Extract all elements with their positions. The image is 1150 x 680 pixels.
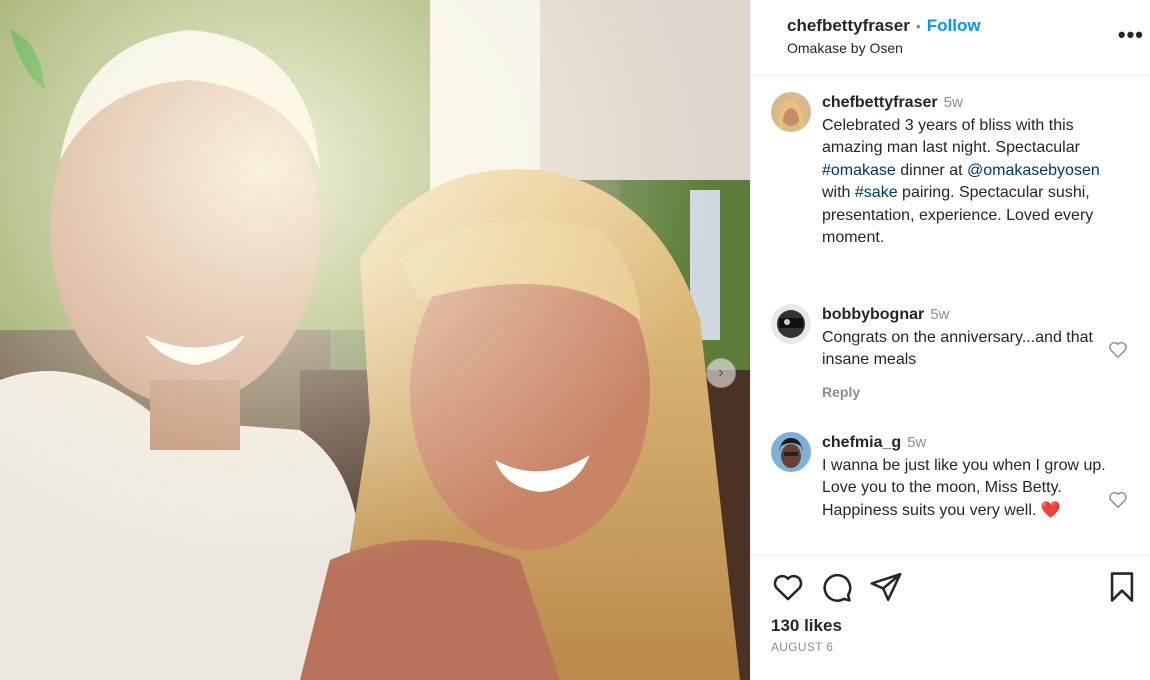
caption-body: Celebrated 3 years of bliss with this am… <box>822 116 1100 247</box>
carousel-next-button[interactable]: › <box>706 358 736 388</box>
post-location[interactable]: Omakase by Osen <box>787 40 1130 56</box>
paper-plane-icon[interactable] <box>869 570 903 604</box>
comment-text: chefmia_g 5w I wanna be just like you whe… <box>822 432 1122 522</box>
separator-dot: • <box>915 18 921 34</box>
chevron-right-icon: › <box>718 364 724 381</box>
caption-timestamp: 5w <box>943 94 963 111</box>
heart-icon[interactable] <box>771 570 805 604</box>
hashtag-link[interactable]: #sake <box>855 184 898 201</box>
caption-username[interactable]: chefbettyfraser <box>822 94 938 111</box>
post-header: chefbettyfraser • Follow Omakase by Osen… <box>751 0 1150 76</box>
post-sidebar: chefbettyfraser • Follow Omakase by Osen… <box>750 0 1150 680</box>
post-photo[interactable]: › <box>0 0 750 680</box>
comment-username[interactable]: chefmia_g <box>822 434 901 451</box>
selfie-image <box>0 0 750 680</box>
comment-like-heart-icon[interactable] <box>1107 488 1129 510</box>
more-options-icon[interactable]: ••• <box>1118 22 1144 48</box>
comment-bubble-icon[interactable] <box>819 570 853 604</box>
post-author-username[interactable]: chefbettyfraser <box>787 16 910 36</box>
comment-like-heart-icon[interactable] <box>1107 338 1129 360</box>
reply-button[interactable]: Reply <box>822 384 860 400</box>
comments-list[interactable]: chefbettyfraser 5w Celebrated 3 years of … <box>751 76 1150 556</box>
post-actions <box>771 570 1139 606</box>
avatar[interactable] <box>771 304 811 344</box>
comment-text: bobbybognar 5w Congrats on the anniversar… <box>822 304 1122 372</box>
avatar[interactable] <box>771 432 811 472</box>
heart-emoji: ❤️ <box>1040 501 1061 519</box>
post-date: AUGUST 6 <box>771 640 834 654</box>
hashtag-link[interactable]: #omakase <box>822 162 896 179</box>
comment-username[interactable]: bobbybognar <box>822 306 924 323</box>
mention-link[interactable]: @omakasebyosen <box>967 162 1100 179</box>
comment-body: I wanna be just like you when I grow up.… <box>822 456 1106 519</box>
bookmark-icon[interactable] <box>1105 570 1139 604</box>
comment-body: Congrats on the anniversary...and that i… <box>822 328 1093 369</box>
follow-button[interactable]: Follow <box>927 16 981 36</box>
likes-count[interactable]: 130 likes <box>771 616 842 636</box>
comment-timestamp: 5w <box>907 434 927 451</box>
avatar[interactable] <box>771 92 811 132</box>
caption-text: chefbettyfraser 5w Celebrated 3 years of … <box>822 92 1122 250</box>
comment-timestamp: 5w <box>930 306 950 323</box>
